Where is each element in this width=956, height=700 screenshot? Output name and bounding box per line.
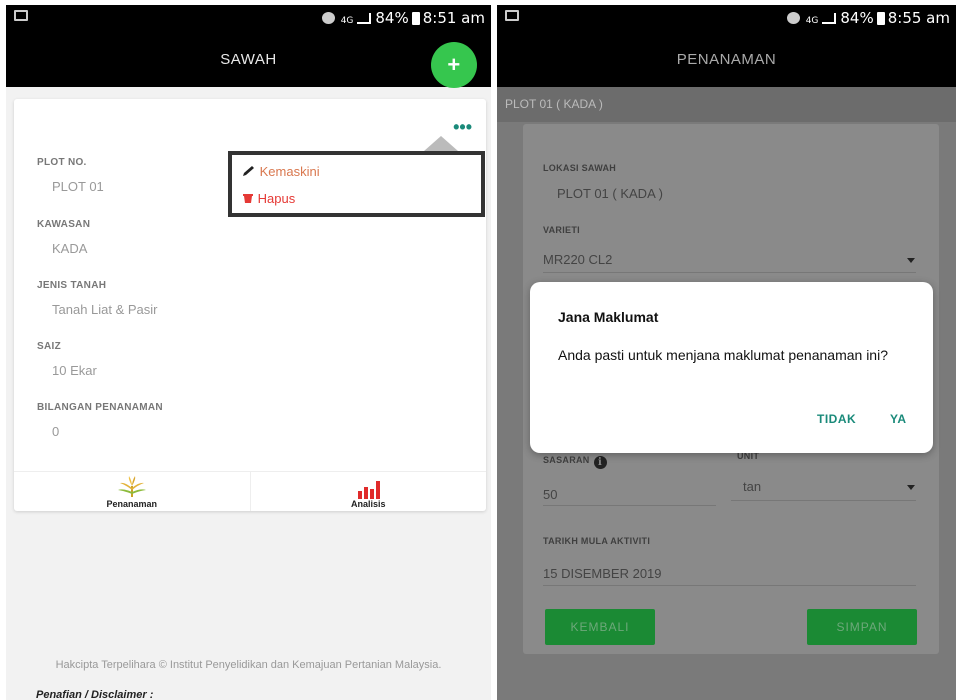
kawasan-label: KAWASAN bbox=[37, 219, 91, 230]
rice-plant-icon bbox=[117, 476, 146, 497]
chevron-down-icon bbox=[907, 485, 915, 490]
tarikh-underline bbox=[543, 585, 916, 586]
status-bar: 4G 84% 8:55 am bbox=[497, 5, 956, 32]
dialog-message: Anda pasti untuk menjana maklumat penana… bbox=[558, 347, 888, 363]
pencil-icon bbox=[243, 166, 254, 176]
gallery-icon bbox=[505, 10, 519, 21]
tab-analisis[interactable]: Analisis bbox=[251, 472, 487, 511]
menu-item-kemaskini[interactable]: Kemaskini bbox=[242, 164, 320, 179]
tarikh-mula-label: TARIKH MULA AKTIVITI bbox=[543, 536, 651, 546]
add-plot-button[interactable]: + bbox=[431, 42, 477, 88]
card-tabs: Penanaman Analisis bbox=[14, 471, 486, 511]
menu-item-hapus-label: Hapus bbox=[257, 191, 296, 206]
signal-icon bbox=[822, 13, 837, 24]
varieti-select[interactable]: MR220 CL2 bbox=[543, 252, 612, 267]
bar-chart-icon bbox=[358, 481, 381, 499]
varieti-label: VARIETI bbox=[543, 225, 580, 235]
network-type: 4G bbox=[340, 16, 354, 26]
kembali-button[interactable]: KEMBALI bbox=[545, 609, 655, 645]
lokasi-sawah-label: LOKASI SAWAH bbox=[543, 163, 617, 173]
unit-select[interactable]: tan bbox=[743, 479, 761, 494]
page-title: SAWAH bbox=[220, 51, 277, 68]
dialog-title: Jana Maklumat bbox=[558, 309, 659, 325]
bilangan-penanaman-value: 0 bbox=[52, 424, 60, 439]
tarikh-mula-input[interactable]: 15 DISEMBER 2019 bbox=[543, 566, 662, 581]
page-title: PENANAMAN bbox=[676, 51, 777, 68]
battery-percent: 84% bbox=[375, 9, 409, 27]
network-type: 4G bbox=[805, 16, 819, 26]
sasaran-label: SASARAN bbox=[543, 455, 590, 465]
tab-penanaman[interactable]: Penanaman bbox=[14, 472, 251, 511]
chevron-down-icon bbox=[907, 258, 915, 263]
status-bar: 4G 84% 8:51 am bbox=[6, 5, 491, 32]
copyright-text: Hakcipta Terpelihara © Institut Penyelid… bbox=[55, 659, 442, 671]
ya-button[interactable]: YA bbox=[890, 412, 907, 426]
kawasan-value: KADA bbox=[52, 241, 88, 256]
saiz-value: 10 Ekar bbox=[52, 363, 97, 378]
gallery-icon bbox=[14, 10, 28, 21]
info-icon[interactable]: i bbox=[593, 456, 607, 469]
confirm-dialog: Jana Maklumat Anda pasti untuk menjana m… bbox=[530, 282, 933, 453]
bilangan-penanaman-label: BILANGAN PENANAMAN bbox=[37, 402, 163, 413]
plot-no-value: PLOT 01 bbox=[52, 179, 104, 194]
jenis-tanah-label: JENIS TANAH bbox=[37, 280, 107, 291]
saiz-label: SAIZ bbox=[37, 341, 61, 352]
tab-penanaman-label: Penanaman bbox=[106, 499, 158, 509]
unit-underline bbox=[731, 500, 916, 501]
clock: 8:55 am bbox=[887, 9, 950, 27]
battery-icon bbox=[411, 12, 420, 25]
app-bar: SAWAH + bbox=[6, 32, 491, 88]
battery-icon bbox=[876, 12, 885, 25]
plot-subtitle: PLOT 01 ( KADA ) bbox=[497, 87, 956, 122]
simpan-button[interactable]: SIMPAN bbox=[807, 609, 917, 645]
varieti-underline bbox=[543, 272, 916, 273]
signal-icon bbox=[357, 13, 372, 24]
sawah-screen: 4G 84% 8:51 am SAWAH + ••• PLOT NO. PLOT 0… bbox=[6, 5, 491, 700]
options-menu: Kemaskini Hapus bbox=[228, 151, 485, 217]
battery-percent: 84% bbox=[840, 9, 874, 27]
app-bar: PENANAMAN bbox=[497, 32, 956, 87]
lokasi-sawah-value: PLOT 01 ( KADA ) bbox=[557, 186, 663, 201]
sasaran-underline bbox=[543, 505, 716, 506]
clock: 8:51 am bbox=[422, 9, 485, 27]
trash-icon bbox=[243, 194, 253, 203]
tab-analisis-label: Analisis bbox=[350, 499, 386, 509]
menu-item-hapus[interactable]: Hapus bbox=[242, 191, 295, 206]
penanaman-screen: 4G 84% 8:55 am PENANAMAN PLOT 01 ( KADA ) … bbox=[497, 5, 956, 700]
plot-no-label: PLOT NO. bbox=[37, 157, 87, 168]
alarm-icon bbox=[321, 12, 335, 24]
sasaran-input[interactable]: 50 bbox=[543, 487, 557, 502]
jenis-tanah-value: Tanah Liat & Pasir bbox=[52, 302, 158, 317]
disclaimer-heading: Penafian / Disclaimer : bbox=[36, 689, 154, 700]
menu-caret bbox=[424, 136, 458, 151]
alarm-icon bbox=[786, 12, 800, 24]
menu-item-kemaskini-label: Kemaskini bbox=[259, 164, 320, 179]
tidak-button[interactable]: TIDAK bbox=[817, 412, 856, 426]
more-options-icon[interactable]: ••• bbox=[453, 117, 472, 138]
